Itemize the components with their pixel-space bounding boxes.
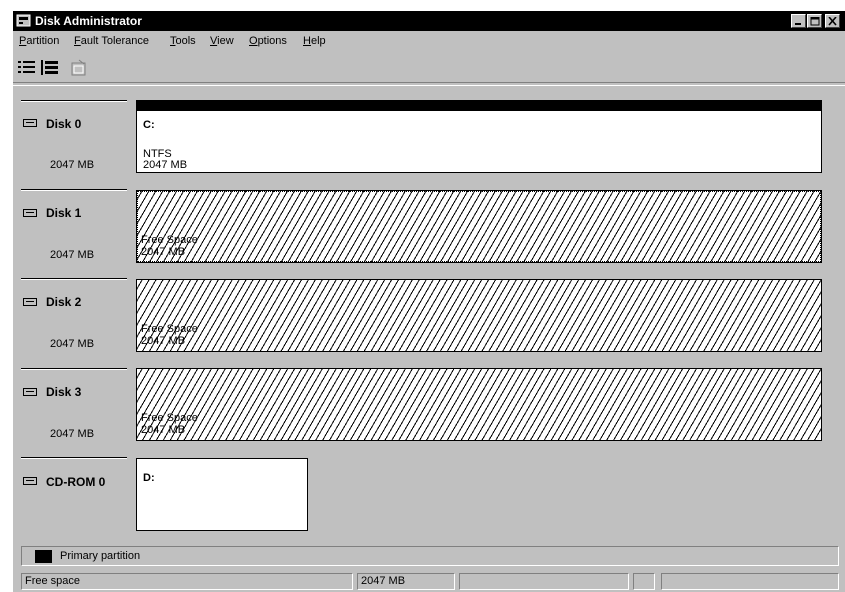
primary-partition-swatch	[35, 550, 52, 563]
disk-name: Disk 1	[46, 206, 82, 220]
maximize-icon	[810, 17, 820, 26]
disk-name: Disk 0	[46, 117, 82, 131]
disk-row: Disk 0 2047 MB C: NTFS 2047 MB	[13, 96, 845, 176]
status-text: Free space	[25, 575, 81, 587]
free-space-label: Free Space	[141, 412, 198, 424]
status-pane-4	[633, 573, 655, 590]
volumes-view-icon	[18, 61, 35, 73]
legend-label: Primary partition	[60, 550, 141, 562]
app-icon[interactable]	[16, 14, 31, 27]
hard-disk-icon	[23, 209, 37, 217]
minimize-icon	[795, 23, 801, 25]
menu-fault-tolerance[interactable]: Fault Tolerance	[74, 35, 149, 47]
disk-size: 2047 MB	[50, 338, 95, 350]
free-space-size: 2047 MB	[141, 335, 186, 347]
disk-size: 2047 MB	[50, 159, 95, 171]
status-pane-description: Free space	[21, 573, 353, 590]
drive-letter: C:	[143, 119, 155, 131]
status-pane-3	[459, 573, 629, 590]
status-pane-size: 2047 MB	[357, 573, 455, 590]
cdrom-row: CD-ROM 0 D:	[13, 455, 845, 535]
disk-configuration-view-icon	[41, 60, 58, 75]
free-space-size: 2047 MB	[141, 424, 186, 436]
maximize-button[interactable]	[807, 14, 822, 28]
free-space-disk-1[interactable]: Free Space 2047 MB	[136, 190, 822, 263]
status-size: 2047 MB	[361, 575, 406, 587]
title-bar[interactable]: Disk Administrator	[13, 11, 845, 31]
disk-name: Disk 2	[46, 295, 82, 309]
properties-icon	[71, 59, 86, 76]
disk-row: Disk 2 2047 MB Free Space 2047 MB	[13, 276, 845, 356]
properties-button[interactable]	[67, 57, 89, 79]
disk-name: Disk 3	[46, 385, 82, 399]
disk-configuration-view-button[interactable]	[38, 57, 60, 79]
status-pane-5	[661, 573, 839, 590]
cdrom-icon	[23, 477, 37, 485]
partition-size: 2047 MB	[143, 159, 188, 171]
menu-bar: Partition Fault Tolerance Tools View Opt…	[13, 32, 845, 50]
hard-disk-icon	[23, 298, 37, 306]
volumes-view-button[interactable]	[15, 57, 37, 79]
disk-size: 2047 MB	[50, 249, 95, 261]
free-space-label: Free Space	[141, 234, 198, 246]
menu-partition[interactable]: Partition	[19, 35, 59, 47]
free-space-size: 2047 MB	[141, 246, 186, 258]
cdrom-volume-d[interactable]: D:	[136, 458, 308, 531]
close-icon	[828, 17, 837, 26]
cdrom-name: CD-ROM 0	[46, 475, 106, 489]
minimize-button[interactable]	[791, 14, 806, 28]
menu-view[interactable]: View	[210, 35, 234, 47]
disk-workspace: Disk 0 2047 MB C: NTFS 2047 MB Disk 1 20…	[13, 85, 845, 542]
hard-disk-icon	[23, 119, 37, 127]
free-space-label: Free Space	[141, 323, 198, 335]
legend-bar: Primary partition	[21, 546, 839, 566]
toolbar	[13, 51, 845, 83]
menu-options[interactable]: Options	[249, 35, 287, 47]
primary-partition-color-bar	[137, 101, 821, 111]
free-space-disk-3[interactable]: Free Space 2047 MB	[136, 368, 822, 441]
disk-row: Disk 1 2047 MB Free Space 2047 MB	[13, 186, 845, 266]
free-space-disk-2[interactable]: Free Space 2047 MB	[136, 279, 822, 352]
disk-row: Disk 3 2047 MB Free Space 2047 MB	[13, 365, 845, 445]
menu-help[interactable]: Help	[303, 35, 326, 47]
menu-tools[interactable]: Tools	[170, 35, 196, 47]
disk-size: 2047 MB	[50, 428, 95, 440]
window-title: Disk Administrator	[35, 14, 142, 28]
drive-letter: D:	[143, 472, 155, 484]
close-button[interactable]	[825, 14, 840, 28]
hard-disk-icon	[23, 388, 37, 396]
disk-administrator-window: Disk Administrator Partition Fault Toler…	[13, 11, 845, 592]
status-bar: Free space 2047 MB	[13, 572, 845, 592]
partition-c[interactable]: C: NTFS 2047 MB	[136, 100, 822, 173]
